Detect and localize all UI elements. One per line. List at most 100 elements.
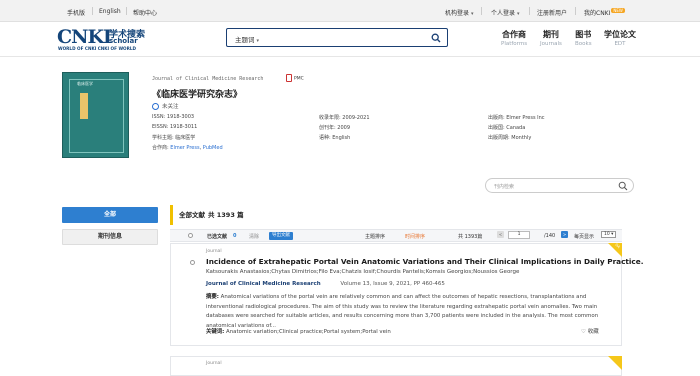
logo-mark: CNKI xyxy=(57,26,112,48)
search-scope-label: 主题词 xyxy=(235,36,255,44)
nav-edt[interactable]: 学位论文 EDT xyxy=(604,29,636,47)
follow-button[interactable]: 未关注 xyxy=(152,102,179,110)
divider xyxy=(481,7,482,15)
search-input[interactable] xyxy=(273,31,423,44)
divider xyxy=(529,7,530,15)
journal-info-button[interactable]: 期刊信息 xyxy=(62,229,158,245)
nav-edt-label: 学位论文 xyxy=(604,30,636,39)
partners: 合作商: Elmer Press, PubMed xyxy=(152,145,223,151)
header-divider xyxy=(0,56,700,57)
article-card: Journal xyxy=(170,356,622,376)
cnki-scholar-logo[interactable]: CNKI 学术搜索 scholar WORLD OF CNKI CNKI OF … xyxy=(57,26,157,52)
abstract-label: 摘要: xyxy=(206,294,219,300)
page-input[interactable]: 1 xyxy=(508,231,530,239)
per-page-value: 10 ▾ xyxy=(601,231,617,238)
page-current: 1 xyxy=(508,231,530,239)
article-abstract: 摘要: Anatomical variations of the portal … xyxy=(206,293,616,331)
follow-label: 未关注 xyxy=(162,104,179,110)
journal-chinese-title: 《临床医学研究杂志》 xyxy=(152,90,243,100)
divider xyxy=(126,7,127,15)
nav-platforms-label: 合作商 xyxy=(502,30,527,39)
result-count: 共 1393篇 xyxy=(458,234,483,240)
nav-books-label: 图书 xyxy=(575,30,592,39)
eissn: EISSN: 1918-3011 xyxy=(152,124,198,130)
all-button[interactable]: 全部 xyxy=(62,207,158,223)
results-header: 全部文献共 1393 篇 xyxy=(170,205,622,225)
per-page-label: 每页显示 xyxy=(574,234,595,240)
cover-stripe xyxy=(80,93,88,119)
radio-icon xyxy=(188,233,193,238)
my-cnki-label: 我的CNKI xyxy=(584,10,611,17)
sort-time-button[interactable]: 时间排序 xyxy=(405,233,425,240)
issn: ISSN: 1918-3003 xyxy=(152,114,195,120)
search-scope-select[interactable]: 主题词 ▾ xyxy=(235,34,259,44)
nav-books[interactable]: 图书 Books xyxy=(575,29,592,47)
next-page-button[interactable]: > xyxy=(561,231,568,238)
keywords-label: 关键词: xyxy=(206,329,225,335)
logo-scholar: scholar xyxy=(109,37,138,45)
selected-label: 已选文献 xyxy=(207,234,228,240)
nav-journals-label: 期刊 xyxy=(542,30,559,39)
follow-icon xyxy=(152,103,159,110)
article-type: Journal xyxy=(206,249,222,254)
sort-relevance-button[interactable]: 主题排序 xyxy=(365,233,385,240)
per-page-select[interactable]: 10 ▾ xyxy=(601,231,617,238)
partner-link-pubmed[interactable]: PubMed xyxy=(203,145,223,151)
help-center-link[interactable]: 帮助中心 xyxy=(133,8,157,17)
journal-english-title: Journal of Clinical Medicine Research xyxy=(152,76,264,82)
nav-journals-sub: Journals xyxy=(540,41,562,47)
frequency: 出版周期: Monthly xyxy=(488,135,532,141)
article-type: Journal xyxy=(206,361,222,366)
journal-search-button[interactable] xyxy=(618,181,628,193)
nav-platforms-sub: Platforms xyxy=(501,41,528,47)
search-box: 主题词 ▾ xyxy=(226,28,448,47)
institution-login-link[interactable]: 机构登录 ▾ xyxy=(445,8,474,17)
pmc-label: PMC xyxy=(294,76,304,82)
cover-frame xyxy=(69,79,124,153)
my-cnki-link[interactable]: 我的CNKI NEW xyxy=(584,8,625,17)
pmc-icon xyxy=(286,74,292,82)
favorite-button[interactable]: ♡ 收藏 xyxy=(581,327,599,335)
article-select-checkbox[interactable] xyxy=(190,260,195,267)
clear-button[interactable]: 清除 xyxy=(249,233,259,240)
article-card: OA Journal Incidence of Extrahepatic Por… xyxy=(170,243,643,346)
export-button[interactable]: 导出文献 xyxy=(269,232,293,240)
chevron-down-icon: ▾ xyxy=(517,11,520,17)
nav-journals[interactable]: 期刊 Journals xyxy=(540,29,562,47)
divider xyxy=(575,7,576,15)
cover-title: 临床医学 xyxy=(77,81,93,86)
article-keywords: 关键词: Anatomic variation;Clinical practic… xyxy=(206,327,391,335)
search-icon xyxy=(618,181,628,191)
personal-login-link[interactable]: 个人登录 ▾ xyxy=(491,8,520,17)
journal-search-input[interactable]: 刊内检索 xyxy=(485,178,634,193)
personal-login-label: 个人登录 xyxy=(491,10,516,17)
article-journal-link[interactable]: Journal of Clinical Medicine Research xyxy=(206,281,321,287)
selected-count: 0 xyxy=(233,233,237,239)
publisher: 出版商: Elmer Press Inc xyxy=(488,115,545,121)
partner-link-elmer[interactable]: Elmer Press xyxy=(170,145,199,151)
nav-edt-sub: EDT xyxy=(614,41,626,47)
subject: 学科主题: 临床医学 xyxy=(152,135,196,141)
chevron-down-icon: ▾ xyxy=(471,11,474,17)
article-volume: Volume 13, Issue 9, 2021, PP 460-465 xyxy=(340,281,445,287)
results-toolbar: 已选文献 0 清除 导出文献 主题排序 时间排序 共 1393篇 < 1 /14… xyxy=(170,229,622,242)
journal-search-placeholder: 刊内检索 xyxy=(494,184,515,190)
chevron-left-icon: < xyxy=(497,231,504,238)
per-page-number: 10 xyxy=(604,232,610,237)
country: 出版国: Canada xyxy=(488,125,526,131)
logo-tagline: WORLD OF CNKI CNKI OF WORLD xyxy=(58,46,136,51)
abstract-text: Anatomical variations of the portal vein… xyxy=(206,294,599,329)
article-title-link[interactable]: Incidence of Extrahepatic Portal Vein An… xyxy=(206,257,643,266)
pmc-badge: PMC xyxy=(286,74,304,82)
results-total: 共 1393 篇 xyxy=(208,211,244,219)
search-button[interactable] xyxy=(425,29,447,46)
select-all-checkbox[interactable] xyxy=(188,233,193,240)
english-link[interactable]: English xyxy=(99,8,121,15)
keywords-text: Anatomic variation;Clinical practice;Por… xyxy=(226,329,391,335)
prev-page-button[interactable]: < xyxy=(497,231,504,238)
mobile-link[interactable]: 手机版 xyxy=(67,8,85,17)
nav-platforms[interactable]: 合作商 Platforms xyxy=(501,29,527,47)
register-link[interactable]: 注册新用户 xyxy=(537,8,567,17)
top-utility-bar: 手机版 English 帮助中心 机构登录 ▾ 个人登录 ▾ 注册新用户 我的CNK… xyxy=(0,0,700,22)
divider xyxy=(92,7,93,15)
